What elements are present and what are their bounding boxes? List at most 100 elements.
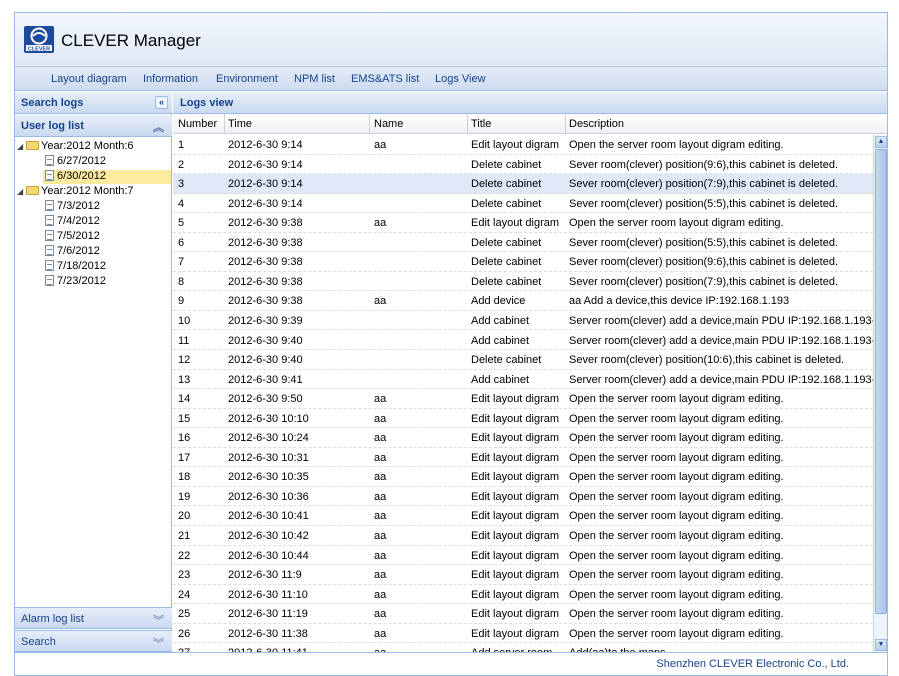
col-title[interactable]: Title [471, 118, 491, 130]
cell-title: Delete cabinet [471, 197, 542, 210]
search-title: Search [21, 636, 56, 648]
cell-number: 17 [178, 451, 191, 464]
tree-item-6-27-2012[interactable]: 6/27/2012 [45, 155, 106, 169]
nav-logs-view[interactable]: Logs View [435, 73, 486, 85]
table-row[interactable]: 19 2012-6-30 10:36 aa Edit layout digram Ope… [173, 487, 873, 507]
tree-folder-2012-7[interactable]: ◢ Year:2012 Month:7 [17, 185, 134, 199]
table-row[interactable]: 15 2012-6-30 10:10 aa Edit layout digram Ope… [173, 409, 873, 429]
table-row[interactable]: 5 2012-6-30 9:38 aa Edit layout digram Open … [173, 213, 873, 233]
cell-description: Server room(clever) add a device,main PD… [569, 314, 873, 327]
cell-description: Open the server room layout digram editi… [569, 217, 784, 230]
cell-time: 2012-6-30 10:35 [228, 471, 309, 484]
cell-time: 2012-6-30 10:31 [228, 451, 309, 464]
tree-label: Year:2012 Month:6 [41, 140, 134, 152]
tree-item-6-30-2012[interactable]: 6/30/2012 [43, 170, 171, 184]
nav-ems-ats-list[interactable]: EMS&ATS list [351, 73, 419, 85]
column-divider[interactable] [467, 114, 468, 133]
cell-title: Delete cabinet [471, 256, 542, 269]
scroll-thumb[interactable] [875, 149, 887, 614]
chevron-down-icon[interactable]: ︾ [153, 635, 164, 651]
table-row[interactable]: 24 2012-6-30 11:10 aa Edit layout digram Ope… [173, 585, 873, 605]
tree-label: 7/18/2012 [57, 260, 106, 272]
table-row[interactable]: 272012-6-30 11:41aaAdd server roomAdd(aa… [173, 643, 873, 652]
vertical-scrollbar[interactable]: ▲ ▼ [873, 135, 887, 652]
table-row[interactable]: 17 2012-6-30 10:31 aa Edit layout digram Ope… [173, 448, 873, 468]
search-header[interactable]: Search ︾ [15, 630, 172, 652]
cell-title: Edit layout digram [471, 412, 560, 425]
expand-arrow-icon[interactable]: ◢ [17, 142, 26, 151]
logs-table-header: Number Time Name Title Description [173, 114, 887, 134]
table-row[interactable]: 21 2012-6-30 10:42 aa Edit layout digram Ope… [173, 526, 873, 546]
table-row[interactable]: 9 2012-6-30 9:38 aa Add device aa Add a devi… [173, 291, 873, 311]
tree-item-7-4-2012[interactable]: 7/4/2012 [45, 215, 100, 229]
cell-title: Edit layout digram [471, 451, 560, 464]
nav-environment[interactable]: Environment [216, 73, 278, 85]
cell-title: Edit layout digram [471, 139, 560, 151]
cell-time: 2012-6-30 10:44 [228, 549, 309, 562]
cell-name: aa [374, 295, 387, 308]
tree-folder-2012-6[interactable]: ◢ Year:2012 Month:6 [17, 140, 134, 154]
alarm-log-list-header[interactable]: Alarm log list ︾ [15, 607, 172, 629]
cell-name: aa [374, 549, 387, 562]
cell-title: Edit layout digram [471, 471, 560, 484]
col-number[interactable]: Number [178, 118, 217, 130]
column-divider[interactable] [369, 114, 370, 133]
cell-title: Edit layout digram [471, 588, 560, 601]
table-row[interactable]: 26 2012-6-30 11:38 aa Edit layout digram Ope… [173, 624, 873, 644]
table-row[interactable]: 12 2012-6-30 9:40 Delete cabinet Sever room… [173, 350, 873, 370]
column-divider[interactable] [224, 114, 225, 133]
table-row[interactable]: 6 2012-6-30 9:38 Delete cabinet Sever room(… [173, 233, 873, 253]
table-row[interactable]: 23 2012-6-30 11:9 aa Edit layout digram Open… [173, 565, 873, 585]
col-time[interactable]: Time [228, 118, 252, 130]
scroll-up-icon[interactable]: ▲ [875, 136, 887, 148]
scroll-down-icon[interactable]: ▼ [875, 639, 887, 651]
cell-time: 2012-6-30 10:24 [228, 432, 309, 445]
tree-item-7-5-2012[interactable]: 7/5/2012 [45, 230, 100, 244]
table-row[interactable]: 25 2012-6-30 11:19 aa Edit layout digram Ope… [173, 604, 873, 624]
col-name[interactable]: Name [374, 118, 403, 130]
cell-time: 2012-6-30 9:40 [228, 334, 303, 347]
table-row[interactable]: 8 2012-6-30 9:38 Delete cabinet Sever room(… [173, 272, 873, 292]
table-row[interactable]: 3 2012-6-30 9:14 Delete cabinet Sever room(… [173, 174, 873, 194]
tree-label: 7/23/2012 [57, 275, 106, 287]
nav-npm-list[interactable]: NPM list [294, 73, 335, 85]
table-row[interactable]: 16 2012-6-30 10:24 aa Edit layout digram Ope… [173, 428, 873, 448]
table-row[interactable]: 2 2012-6-30 9:14 Delete cabinet Sever room(… [173, 155, 873, 175]
chevron-up-icon[interactable]: ︽ [153, 119, 164, 135]
cell-number: 2 [178, 158, 185, 171]
table-row[interactable]: 7 2012-6-30 9:38 Delete cabinet Sever room(… [173, 252, 873, 272]
cell-time: 2012-6-30 9:14 [228, 178, 303, 191]
file-icon [45, 170, 54, 181]
collapse-left-icon[interactable]: « [155, 96, 168, 109]
user-log-list-header[interactable]: User log list ︽ [15, 115, 172, 137]
cell-title: Add cabinet [471, 314, 530, 327]
file-icon [45, 275, 54, 286]
table-row[interactable]: 4 2012-6-30 9:14 Delete cabinet Sever room(… [173, 194, 873, 214]
nav-layout-diagram[interactable]: Layout diagram [51, 73, 127, 85]
file-icon [45, 215, 54, 226]
table-row[interactable]: 18 2012-6-30 10:35 aa Edit layout digram Ope… [173, 467, 873, 487]
table-row[interactable]: 13 2012-6-30 9:41 Add cabinet Server room(c… [173, 370, 873, 390]
file-icon [45, 200, 54, 211]
table-row[interactable]: 11 2012-6-30 9:40 Add cabinet Server room(c… [173, 331, 873, 350]
cell-name: aa [374, 432, 387, 445]
cell-name: aa [374, 608, 387, 621]
tree-item-7-3-2012[interactable]: 7/3/2012 [45, 200, 100, 214]
table-row[interactable]: 14 2012-6-30 9:50 aa Edit layout digram Open… [173, 389, 873, 409]
table-row[interactable]: 22 2012-6-30 10:44 aa Edit layout digram Ope… [173, 546, 873, 566]
col-description[interactable]: Description [569, 118, 624, 130]
cell-title: Edit layout digram [471, 510, 560, 523]
tree-item-7-18-2012[interactable]: 7/18/2012 [45, 260, 106, 274]
cell-description: Sever room(clever) position(10:6),this c… [569, 354, 845, 367]
nav-information[interactable]: Information [143, 73, 198, 85]
expand-arrow-icon[interactable]: ◢ [17, 187, 26, 196]
cell-time: 2012-6-30 10:36 [228, 490, 309, 503]
cell-time: 2012-6-30 9:38 [228, 275, 303, 288]
tree-item-7-6-2012[interactable]: 7/6/2012 [45, 245, 100, 259]
column-divider[interactable] [565, 114, 566, 133]
chevron-down-icon[interactable]: ︾ [153, 612, 164, 628]
tree-item-7-23-2012[interactable]: 7/23/2012 [45, 275, 106, 289]
table-row[interactable]: 10 2012-6-30 9:39 Add cabinet Server room(c… [173, 311, 873, 331]
table-row[interactable]: 1 2012-6-30 9:14 aa Edit layout digram Open … [173, 135, 873, 155]
table-row[interactable]: 20 2012-6-30 10:41 aa Edit layout digram Ope… [173, 506, 873, 526]
